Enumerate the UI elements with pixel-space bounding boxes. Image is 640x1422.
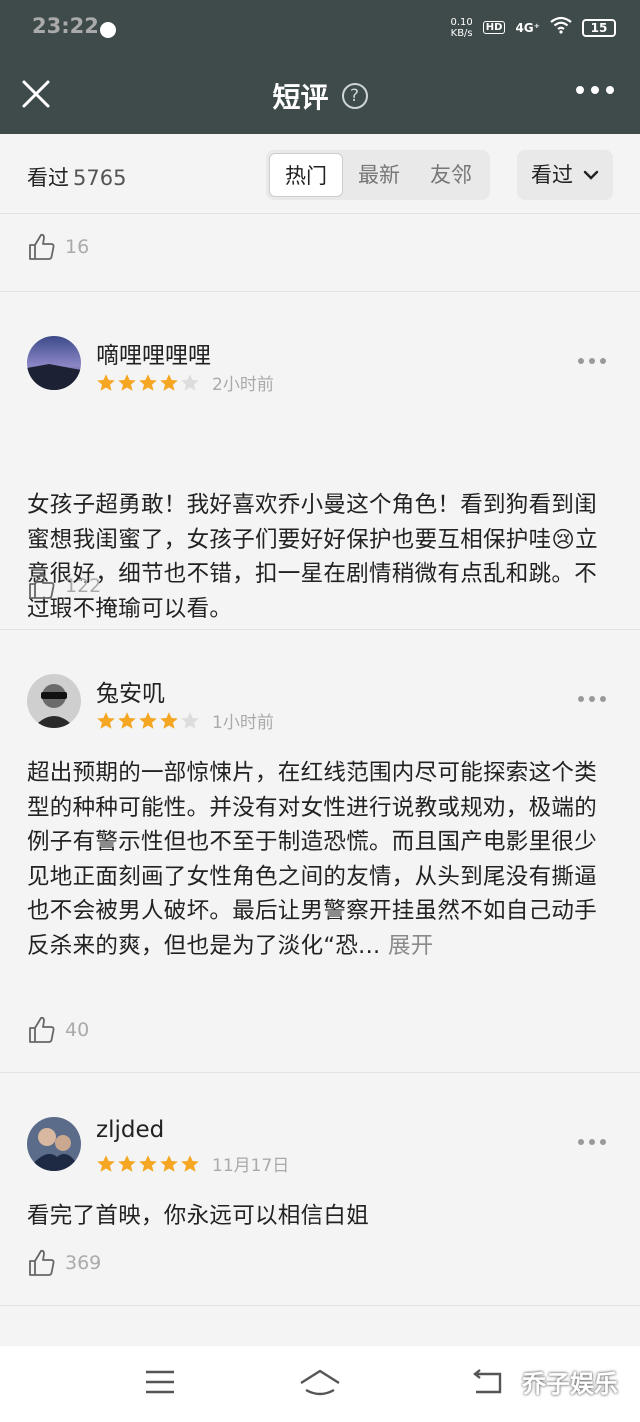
star-filled-icon (139, 711, 157, 729)
comment-time: 1小时前 (212, 713, 274, 733)
wifi-icon (550, 16, 572, 39)
star-filled-icon (118, 373, 136, 391)
watched-filter-dropdown[interactable]: 看过 (517, 150, 613, 200)
comment-more-icon[interactable] (578, 1139, 606, 1145)
net-speed: 0.10 KB/s (450, 16, 473, 39)
comment-meta: 1小时前 (96, 708, 274, 733)
app-header: 短评 ? (0, 58, 640, 134)
back-icon[interactable] (470, 1368, 506, 1396)
help-icon[interactable]: ? (341, 83, 368, 109)
star-filled-icon (160, 1154, 178, 1172)
comment-more-icon[interactable] (578, 358, 606, 364)
status-time: 23:22 (32, 14, 99, 38)
tab-hot[interactable]: 热门 (269, 153, 343, 197)
top-bar: 23:22 0.10 KB/s HD 4G⁺ 15 短评 ? (0, 0, 640, 134)
comment-time: 11月17日 (212, 1156, 290, 1176)
comment-meta: 11月17日 (96, 1151, 289, 1176)
thumbs-up-icon (29, 1016, 55, 1043)
comment-feed: 16 嘀哩哩哩哩 2小时前 女孩子超勇敢！我好喜欢乔小曼这个角色！看到狗看到闺蜜… (0, 215, 640, 1306)
comment-text: 女孩子超勇敢！我好喜欢乔小曼这个角色！看到狗看到闺蜜想我闺蜜了，女孩子们要好好保… (27, 492, 598, 622)
comment-text: 看完了首映，你永远可以相信白姐 (27, 1203, 370, 1229)
avatar[interactable] (27, 674, 81, 728)
star-filled-icon (97, 373, 115, 391)
hd-icon: HD (482, 21, 506, 34)
tab-latest[interactable]: 最新 (343, 153, 415, 197)
username[interactable]: zljded (96, 1117, 164, 1143)
page-title: 短评 (272, 81, 329, 114)
filter-bar: 看过 5765 热门 最新 友邻 看过 (0, 134, 640, 214)
rating-stars (96, 1154, 200, 1174)
home-icon[interactable] (298, 1368, 342, 1400)
star-filled-icon (139, 373, 157, 391)
rating-stars (96, 373, 200, 393)
username[interactable]: 兔安叽 (96, 674, 165, 708)
star-empty-icon (181, 373, 199, 391)
sort-tabs: 热门 最新 友邻 (266, 150, 490, 200)
avatar[interactable] (27, 336, 81, 390)
comment-card-partial: 16 (0, 215, 640, 292)
star-filled-icon (97, 1154, 115, 1172)
star-filled-icon (160, 373, 178, 391)
more-menu-icon[interactable] (576, 86, 614, 94)
watched-count: 看过 5765 (27, 166, 127, 190)
star-filled-icon (160, 711, 178, 729)
status-bar: 23:22 0.10 KB/s HD 4G⁺ 15 (0, 0, 640, 58)
thumbs-up-icon (29, 233, 55, 260)
like-button[interactable]: 40 (27, 1015, 89, 1045)
status-icons: 0.10 KB/s HD 4G⁺ 15 (451, 16, 616, 39)
rating-stars (96, 711, 200, 731)
like-button[interactable]: 369 (27, 1248, 101, 1278)
battery-icon: 15 (582, 18, 616, 37)
like-button[interactable]: 122 (27, 571, 101, 601)
comment-card: 兔安叽 1小时前 超出预期的一部惊悚片，在红线范围内尽可能探索这个类型的种种可能… (0, 630, 640, 1073)
watermark: 乔子娱乐 (522, 1370, 618, 1398)
menu-icon[interactable] (144, 1368, 176, 1396)
expand-link[interactable]: 展开 (388, 933, 434, 959)
thumbs-up-icon (29, 1249, 55, 1276)
header-title-group: 短评 ? (0, 76, 640, 116)
star-filled-icon (118, 1154, 136, 1172)
avatar[interactable] (27, 1117, 81, 1171)
star-filled-icon (139, 1154, 157, 1172)
star-filled-icon (181, 1154, 199, 1172)
comment-text: 超出预期的一部惊悚片，在红线范围内尽可能探索这个类型的种种可能性。并没有对女性进… (27, 760, 598, 959)
comment-more-icon[interactable] (578, 696, 606, 702)
system-nav-bar: 乔子娱乐 (0, 1346, 640, 1422)
thumbs-up-icon (29, 572, 55, 599)
username[interactable]: 嘀哩哩哩哩 (96, 336, 211, 370)
star-filled-icon (118, 711, 136, 729)
chevron-down-icon (583, 170, 599, 180)
star-empty-icon (181, 711, 199, 729)
like-button[interactable]: 16 (27, 232, 89, 262)
comment-meta: 2小时前 (96, 370, 274, 395)
tab-friends[interactable]: 友邻 (415, 153, 487, 197)
signal-icon: 4G⁺ (515, 20, 540, 35)
star-filled-icon (97, 711, 115, 729)
comment-time: 2小时前 (212, 375, 274, 395)
notification-dot-icon (100, 22, 116, 38)
